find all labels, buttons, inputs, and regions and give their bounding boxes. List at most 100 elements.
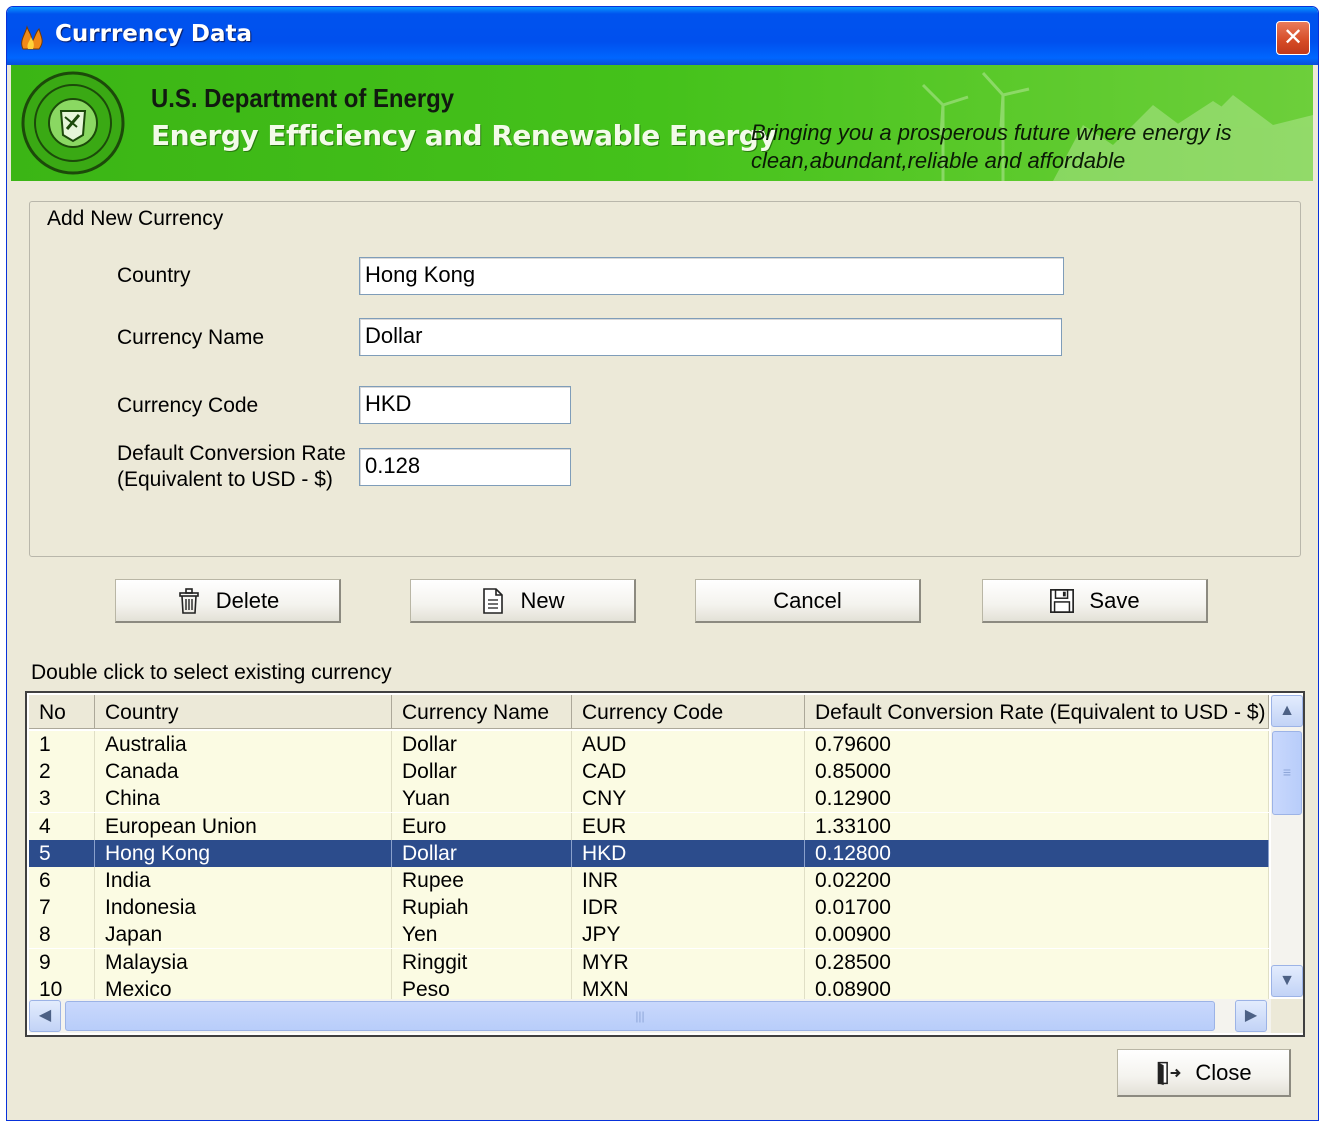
currency-name-field[interactable]: Dollar bbox=[359, 318, 1062, 356]
delete-label: Delete bbox=[215, 587, 280, 613]
col-conversion-rate-cell: 1.33100 bbox=[805, 812, 1269, 840]
col-conversion-rate-cell: 0.85000 bbox=[805, 758, 1269, 786]
col-country-cell: Japan bbox=[95, 921, 392, 949]
col-conversion-rate-cell: 0.28500 bbox=[805, 948, 1269, 976]
department-name: U.S. Department of Energy bbox=[151, 83, 455, 113]
table-row[interactable]: 3 China Yuan CNY 0.12900 bbox=[29, 785, 1269, 813]
delete-button[interactable]: Delete bbox=[115, 579, 341, 623]
new-label: New bbox=[520, 587, 565, 613]
currency-table[interactable]: No Country Currency Name Currency Code Defau… bbox=[25, 691, 1305, 1037]
table-header: No Country Currency Name Currency Code Defau… bbox=[29, 695, 1269, 729]
col-no-cell: 2 bbox=[29, 758, 95, 786]
header-col-conversion-rate[interactable]: Default Conversion Rate (Equivalent to U… bbox=[805, 695, 1269, 729]
col-currency-code-cell: INR bbox=[572, 867, 805, 894]
table-row[interactable]: 2 Canada Dollar CAD 0.85000 bbox=[29, 758, 1269, 786]
table-row[interactable]: 1 Australia Dollar AUD 0.79600 bbox=[29, 731, 1269, 758]
currency-code-label: Currency Code bbox=[117, 394, 259, 417]
save-button[interactable]: Save bbox=[982, 579, 1208, 623]
col-currency-name-cell: Dollar bbox=[392, 731, 572, 758]
col-no-cell: 4 bbox=[29, 812, 95, 840]
window-close-button[interactable]: ✕ bbox=[1276, 21, 1310, 55]
col-no-cell: 1 bbox=[29, 731, 95, 758]
col-conversion-rate-cell: 0.01700 bbox=[805, 894, 1269, 922]
currency-data-window: Currrency Data ✕ U.S. Department of Ener… bbox=[6, 6, 1319, 1121]
col-country-cell: China bbox=[95, 785, 392, 813]
office-name: Energy Efficiency and Renewable Energy bbox=[151, 119, 777, 152]
table-row[interactable]: 4 European Union Euro EUR 1.33100 bbox=[29, 812, 1269, 840]
scroll-left-button[interactable]: ◀ bbox=[29, 1000, 61, 1032]
document-icon bbox=[483, 587, 504, 614]
trash-icon bbox=[178, 587, 199, 614]
col-currency-name-cell: Yuan bbox=[392, 785, 572, 813]
col-conversion-rate-cell: 0.12900 bbox=[805, 785, 1269, 813]
col-currency-name-cell: Yen bbox=[392, 921, 572, 949]
conversion-rate-field[interactable]: 0.128 bbox=[359, 448, 571, 486]
header-col-currency-code[interactable]: Currency Code bbox=[572, 695, 805, 729]
col-currency-code-cell: EUR bbox=[572, 812, 805, 840]
col-currency-name-cell: Ringgit bbox=[392, 948, 572, 976]
col-country-cell: European Union bbox=[95, 812, 392, 840]
col-currency-name-cell: Euro bbox=[392, 812, 572, 840]
conversion-rate-label-line2: (Equivalent to USD - $) bbox=[117, 468, 333, 491]
table-row[interactable]: 8 Japan Yen JPY 0.00900 bbox=[29, 921, 1269, 949]
country-field[interactable]: Hong Kong bbox=[359, 257, 1064, 295]
col-currency-code-cell: IDR bbox=[572, 894, 805, 922]
col-currency-name-cell: Dollar bbox=[392, 758, 572, 786]
col-conversion-rate-cell: 0.00900 bbox=[805, 921, 1269, 949]
banner-tagline: Bringing you a prosperous future where e… bbox=[751, 120, 1232, 173]
col-currency-code-cell: CAD bbox=[572, 758, 805, 786]
col-no-cell: 7 bbox=[29, 894, 95, 922]
col-currency-code-cell: MYR bbox=[572, 948, 805, 976]
conversion-rate-label-line1: Default Conversion Rate bbox=[117, 442, 346, 465]
currency-name-label: Currency Name bbox=[117, 326, 265, 349]
col-currency-name-cell: Rupiah bbox=[392, 894, 572, 922]
scroll-right-button[interactable]: ▶ bbox=[1235, 1000, 1267, 1032]
conversion-rate-label: Default Conversion Rate (Equivalent to U… bbox=[117, 441, 346, 493]
floppy-disk-icon bbox=[1050, 588, 1075, 613]
close-button[interactable]: Close bbox=[1117, 1049, 1291, 1097]
cancel-button[interactable]: Cancel bbox=[695, 579, 921, 623]
col-no-cell: 3 bbox=[29, 785, 95, 813]
col-currency-code-cell: HKD bbox=[572, 839, 805, 867]
vertical-scroll-thumb[interactable]: ≡ bbox=[1272, 731, 1302, 815]
col-no-cell: 8 bbox=[29, 921, 95, 949]
eere-banner: U.S. Department of Energy Energy Efficie… bbox=[11, 65, 1313, 181]
scroll-down-button[interactable]: ▼ bbox=[1271, 965, 1303, 997]
col-country-cell: Australia bbox=[95, 731, 392, 758]
col-country-cell: Hong Kong bbox=[95, 839, 392, 867]
title-bar[interactable]: Currrency Data ✕ bbox=[7, 7, 1318, 65]
col-currency-name-cell: Rupee bbox=[392, 867, 572, 894]
horizontal-scrollbar[interactable]: ◀ ||| ▶ bbox=[29, 999, 1271, 1033]
save-label: Save bbox=[1089, 587, 1140, 613]
col-conversion-rate-cell: 0.12800 bbox=[805, 839, 1269, 867]
header-col-no[interactable]: No bbox=[29, 695, 95, 729]
table-row[interactable]: 6 India Rupee INR 0.02200 bbox=[29, 867, 1269, 894]
col-country-cell: Malaysia bbox=[95, 948, 392, 976]
col-currency-code-cell: JPY bbox=[572, 921, 805, 949]
new-button[interactable]: New bbox=[410, 579, 636, 623]
currency-code-field[interactable]: HKD bbox=[359, 386, 571, 424]
table-row-selected[interactable]: 5 Hong Kong Dollar HKD 0.12800 bbox=[29, 839, 1269, 867]
cancel-label: Cancel bbox=[773, 587, 842, 613]
table-row[interactable]: 9 Malaysia Ringgit MYR 0.28500 bbox=[29, 948, 1269, 976]
col-currency-code-cell: CNY bbox=[572, 785, 805, 813]
close-label: Close bbox=[1195, 1059, 1252, 1085]
scrollbar-corner bbox=[1271, 999, 1303, 1033]
col-no-cell: 5 bbox=[29, 839, 95, 867]
exit-door-icon bbox=[1158, 1061, 1182, 1085]
col-currency-name-cell: Dollar bbox=[392, 839, 572, 867]
table-row[interactable]: 7 Indonesia Rupiah IDR 0.01700 bbox=[29, 894, 1269, 922]
col-no-cell: 6 bbox=[29, 867, 95, 894]
scroll-up-button[interactable]: ▲ bbox=[1271, 695, 1303, 727]
col-conversion-rate-cell: 0.02200 bbox=[805, 867, 1269, 894]
col-country-cell: Indonesia bbox=[95, 894, 392, 922]
col-no-cell: 9 bbox=[29, 948, 95, 976]
col-country-cell: Canada bbox=[95, 758, 392, 786]
vertical-scrollbar[interactable]: ▲ ≡ ▼ bbox=[1271, 695, 1303, 997]
window-title: Currrency Data bbox=[55, 21, 253, 47]
horizontal-scroll-thumb[interactable]: ||| bbox=[65, 1001, 1215, 1031]
header-col-currency-name[interactable]: Currency Name bbox=[392, 695, 572, 729]
country-label: Country bbox=[117, 264, 191, 287]
header-col-country[interactable]: Country bbox=[95, 695, 392, 729]
select-hint: Double click to select existing currency bbox=[31, 661, 392, 684]
